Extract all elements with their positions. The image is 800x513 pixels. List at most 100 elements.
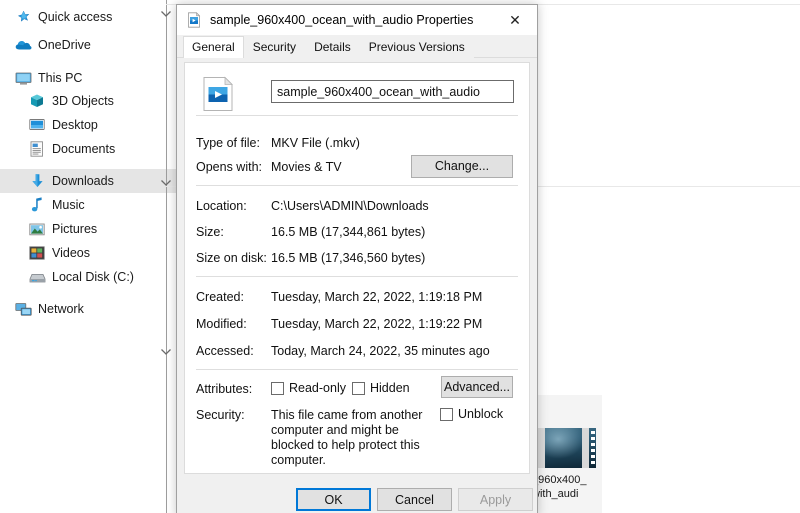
attributes-label: Attributes:	[196, 382, 253, 396]
dialog-titlebar[interactable]: sample_960x400_ocean_with_audio Properti…	[177, 5, 537, 35]
cube-icon	[28, 92, 46, 110]
accessed-value: Today, March 24, 2022, 35 minutes ago	[271, 344, 490, 358]
sidebar-item-label: Downloads	[52, 173, 114, 188]
tab-previous-versions[interactable]: Previous Versions	[359, 36, 474, 58]
security-label: Security:	[196, 408, 245, 422]
network-icon	[14, 300, 32, 318]
sidebar-item-network[interactable]: Network	[0, 297, 174, 321]
divider	[196, 369, 518, 370]
checkbox-box[interactable]	[271, 381, 284, 395]
sidebar-item-label: This PC	[38, 70, 83, 85]
modified-value: Tuesday, March 22, 2022, 1:19:22 PM	[271, 317, 483, 331]
ok-button[interactable]: OK	[296, 488, 371, 511]
dialog-button-bar: OK Cancel Apply	[177, 482, 537, 513]
download-arrow-icon	[28, 172, 46, 190]
sidebar-item-label: OneDrive	[38, 37, 91, 52]
checkbox-box[interactable]	[352, 381, 365, 395]
sidebar-item-label: Music	[52, 197, 85, 212]
document-icon	[28, 140, 46, 158]
sidebar-item-quick-access[interactable]: Quick access	[0, 5, 174, 29]
desktop-icon	[28, 116, 46, 134]
size-on-disk-value: 16.5 MB (17,346,560 bytes)	[271, 251, 426, 265]
sidebar-item-label: Pictures	[52, 221, 98, 236]
opens-with-value: Movies & TV	[271, 160, 342, 174]
chevron-down-icon[interactable]	[158, 175, 174, 191]
star-icon	[14, 8, 32, 26]
location-value: C:\Users\ADMIN\Downloads	[271, 199, 429, 213]
size-on-disk-label: Size on disk:	[196, 251, 267, 265]
type-of-file-label: Type of file:	[196, 136, 260, 150]
video-icon	[28, 244, 46, 262]
type-of-file-row: Type of file: MKV File (.mkv)	[196, 136, 526, 151]
location-row: Location: C:\Users\ADMIN\Downloads	[196, 199, 526, 214]
divider	[196, 115, 518, 116]
media-file-icon	[186, 12, 202, 28]
created-label: Created:	[196, 290, 244, 304]
accessed-row: Accessed: Today, March 24, 2022, 35 minut…	[196, 344, 526, 359]
modified-row: Modified: Tuesday, March 22, 2022, 1:19:2…	[196, 317, 526, 332]
dialog-title: sample_960x400_ocean_with_audio Properti…	[210, 13, 474, 27]
type-of-file-value: MKV File (.mkv)	[271, 136, 360, 150]
hidden-checkbox[interactable]: Hidden	[352, 381, 410, 395]
security-message: This file came from another computer and…	[271, 408, 423, 467]
divider	[196, 185, 518, 186]
size-label: Size:	[196, 225, 224, 239]
sidebar-item-label: Network	[38, 301, 84, 316]
tab-security[interactable]: Security	[243, 36, 306, 58]
sidebar-item-desktop[interactable]: Desktop	[0, 113, 188, 137]
sidebar-item-label: Documents	[52, 141, 116, 156]
file-tile[interactable]: _960x400_ with_audi	[530, 395, 602, 513]
sidebar-item-local-disk-c[interactable]: Local Disk (C:)	[0, 265, 188, 289]
file-tile-caption-line2: with_audi	[532, 488, 579, 500]
opens-with-label: Opens with:	[196, 160, 263, 174]
sidebar-item-music[interactable]: Music	[0, 193, 188, 217]
video-thumbnail	[538, 428, 596, 468]
checkbox-box[interactable]	[440, 407, 453, 421]
change-button[interactable]: Change...	[411, 155, 513, 178]
chevron-down-icon[interactable]	[158, 344, 174, 360]
sidebar-item-label: Desktop	[52, 117, 98, 132]
media-file-icon-large	[202, 76, 234, 112]
monitor-icon	[14, 69, 32, 87]
sidebar-item-label: Videos	[52, 245, 90, 260]
modified-label: Modified:	[196, 317, 247, 331]
sidebar-item-pictures[interactable]: Pictures	[0, 217, 188, 241]
pane-splitter[interactable]	[166, 0, 167, 513]
sidebar-item-3d-objects[interactable]: 3D Objects	[0, 89, 188, 113]
created-value: Tuesday, March 22, 2022, 1:19:18 PM	[271, 290, 483, 304]
readonly-checkbox[interactable]: Read-only	[271, 381, 346, 395]
chevron-down-icon[interactable]	[158, 6, 174, 22]
sidebar-item-this-pc[interactable]: This PC	[0, 66, 174, 90]
file-tile-caption-line1: _960x400_	[532, 474, 587, 486]
filename-input[interactable]	[271, 80, 514, 103]
accessed-label: Accessed:	[196, 344, 254, 358]
created-row: Created: Tuesday, March 22, 2022, 1:19:18…	[196, 290, 526, 305]
tab-general[interactable]: General	[183, 36, 244, 58]
sidebar-item-label: Quick access	[38, 9, 113, 24]
sidebar-item-videos[interactable]: Videos	[0, 241, 188, 265]
properties-dialog: sample_960x400_ocean_with_audio Properti…	[176, 4, 538, 513]
close-icon[interactable]: ✕	[493, 5, 537, 35]
cancel-button[interactable]: Cancel	[377, 488, 452, 511]
sidebar-item-onedrive[interactable]: OneDrive	[0, 33, 174, 57]
readonly-label: Read-only	[289, 381, 346, 395]
screen: Quick access OneDrive This PC 3D Objects…	[0, 0, 800, 513]
dialog-tabstrip: General Security Details Previous Versio…	[177, 35, 537, 58]
hidden-label: Hidden	[370, 381, 410, 395]
size-on-disk-row: Size on disk: 16.5 MB (17,346,560 bytes)	[196, 251, 526, 266]
unblock-label: Unblock	[458, 407, 504, 421]
unblock-checkbox[interactable]: Unblock	[440, 407, 503, 421]
tab-details[interactable]: Details	[305, 36, 360, 58]
sidebar-item-label: Local Disk (C:)	[52, 269, 134, 284]
apply-button[interactable]: Apply	[458, 488, 533, 511]
sidebar-item-documents[interactable]: Documents	[0, 137, 188, 161]
navigation-pane: Quick access OneDrive This PC 3D Objects…	[0, 0, 188, 513]
size-value: 16.5 MB (17,344,861 bytes)	[271, 225, 426, 239]
hard-drive-icon	[28, 268, 46, 286]
location-label: Location:	[196, 199, 247, 213]
divider	[196, 276, 518, 277]
general-tab-panel: Type of file: MKV File (.mkv) Opens with:…	[184, 62, 530, 474]
advanced-button[interactable]: Advanced...	[441, 376, 513, 398]
file-tile-caption: _960x400_ with_audi	[530, 473, 602, 501]
sidebar-item-label: 3D Objects	[52, 93, 114, 108]
